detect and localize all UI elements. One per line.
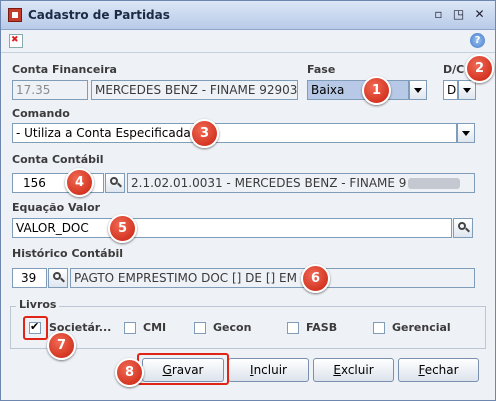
cmi-checkbox[interactable] [124, 322, 136, 334]
historico-contabil-search-icon[interactable] [48, 268, 68, 288]
conta-financeira-description-field: MERCEDES BENZ - FINAME 929030 [91, 80, 298, 100]
gravar-highlight [137, 353, 229, 385]
annotation-badge-2: 2 [465, 54, 494, 83]
conta-contabil-description-field: 2.1.02.01.0031 - MERCEDES BENZ - FINAME … [127, 173, 475, 193]
equacao-valor-field[interactable]: VALOR_DOC [12, 218, 452, 238]
fasb-checkbox[interactable] [287, 322, 299, 334]
fase-dropdown-arrow-icon[interactable] [409, 80, 427, 100]
excluir-button[interactable]: Excluir [313, 358, 394, 382]
annotation-badge-5: 5 [108, 214, 137, 243]
annotation-badge-1: 1 [362, 76, 391, 105]
conta-contabil-label: Conta Contábil [12, 153, 104, 166]
annotation-badge-4: 4 [65, 168, 94, 197]
annotation-badge-3: 3 [190, 119, 219, 148]
minimize-icon[interactable]: ▫ [431, 7, 446, 22]
annotation-badge-6: 6 [301, 264, 330, 293]
livros-title: Livros [16, 298, 60, 311]
societario-highlight [23, 316, 48, 340]
equacao-valor-label: Equação Valor [12, 201, 101, 214]
historico-contabil-code-field[interactable]: 39 [12, 268, 47, 288]
fechar-button[interactable]: Fechar [398, 358, 479, 382]
cmi-label: CMI [143, 321, 167, 334]
dialog-window: Cadastro de Partidas ▫ ◳ ✕ ? Conta Finan… [0, 0, 496, 401]
annotation-badge-8: 8 [115, 358, 144, 387]
excluir-mnemonic: E [333, 363, 341, 377]
incluir-label: ncluir [253, 363, 287, 377]
toolbar: ? [1, 30, 495, 53]
redacted-text [408, 178, 461, 189]
gecon-checkbox[interactable] [194, 322, 206, 334]
conta-financeira-code-field[interactable]: 17.35 [12, 80, 88, 100]
comando-dropdown-arrow-icon[interactable] [457, 123, 475, 143]
conta-contabil-description-text: 2.1.02.01.0031 - MERCEDES BENZ - FINAME … [131, 176, 407, 190]
maximize-icon[interactable]: ◳ [451, 7, 466, 22]
dc-select[interactable]: D [443, 80, 458, 100]
cancel-record-icon[interactable] [9, 34, 23, 48]
gerencial-label: Gerencial [392, 321, 451, 334]
window-title: Cadastro de Partidas [28, 8, 170, 22]
fase-select[interactable]: Baixa [307, 80, 409, 100]
app-icon [8, 8, 22, 22]
equacao-valor-search-icon[interactable] [453, 218, 473, 238]
fase-label: Fase [307, 63, 336, 76]
fechar-label: echar [424, 363, 459, 377]
annotation-badge-7: 7 [47, 331, 76, 360]
conta-contabil-search-icon[interactable] [105, 173, 125, 193]
dc-label: D/C [443, 63, 465, 76]
fasb-label: FASB [306, 321, 338, 334]
help-icon[interactable]: ? [470, 33, 485, 48]
comando-select[interactable]: - Utiliza a Conta Especificada [12, 123, 457, 143]
gecon-label: Gecon [213, 321, 252, 334]
historico-contabil-label: Histórico Contábil [12, 247, 123, 260]
conta-financeira-label: Conta Financeira [12, 63, 117, 76]
close-icon[interactable]: ✕ [472, 7, 487, 22]
historico-contabil-description-field: PAGTO EMPRESTIMO DOC [] DE [] EM [] [70, 268, 475, 288]
title-bar: Cadastro de Partidas ▫ ◳ ✕ [1, 1, 495, 30]
incluir-button[interactable]: Incluir [228, 358, 309, 382]
excluir-label: xcluir [340, 363, 374, 377]
gerencial-checkbox[interactable] [373, 322, 385, 334]
comando-label: Comando [12, 107, 70, 120]
dc-dropdown-arrow-icon[interactable] [458, 80, 476, 100]
